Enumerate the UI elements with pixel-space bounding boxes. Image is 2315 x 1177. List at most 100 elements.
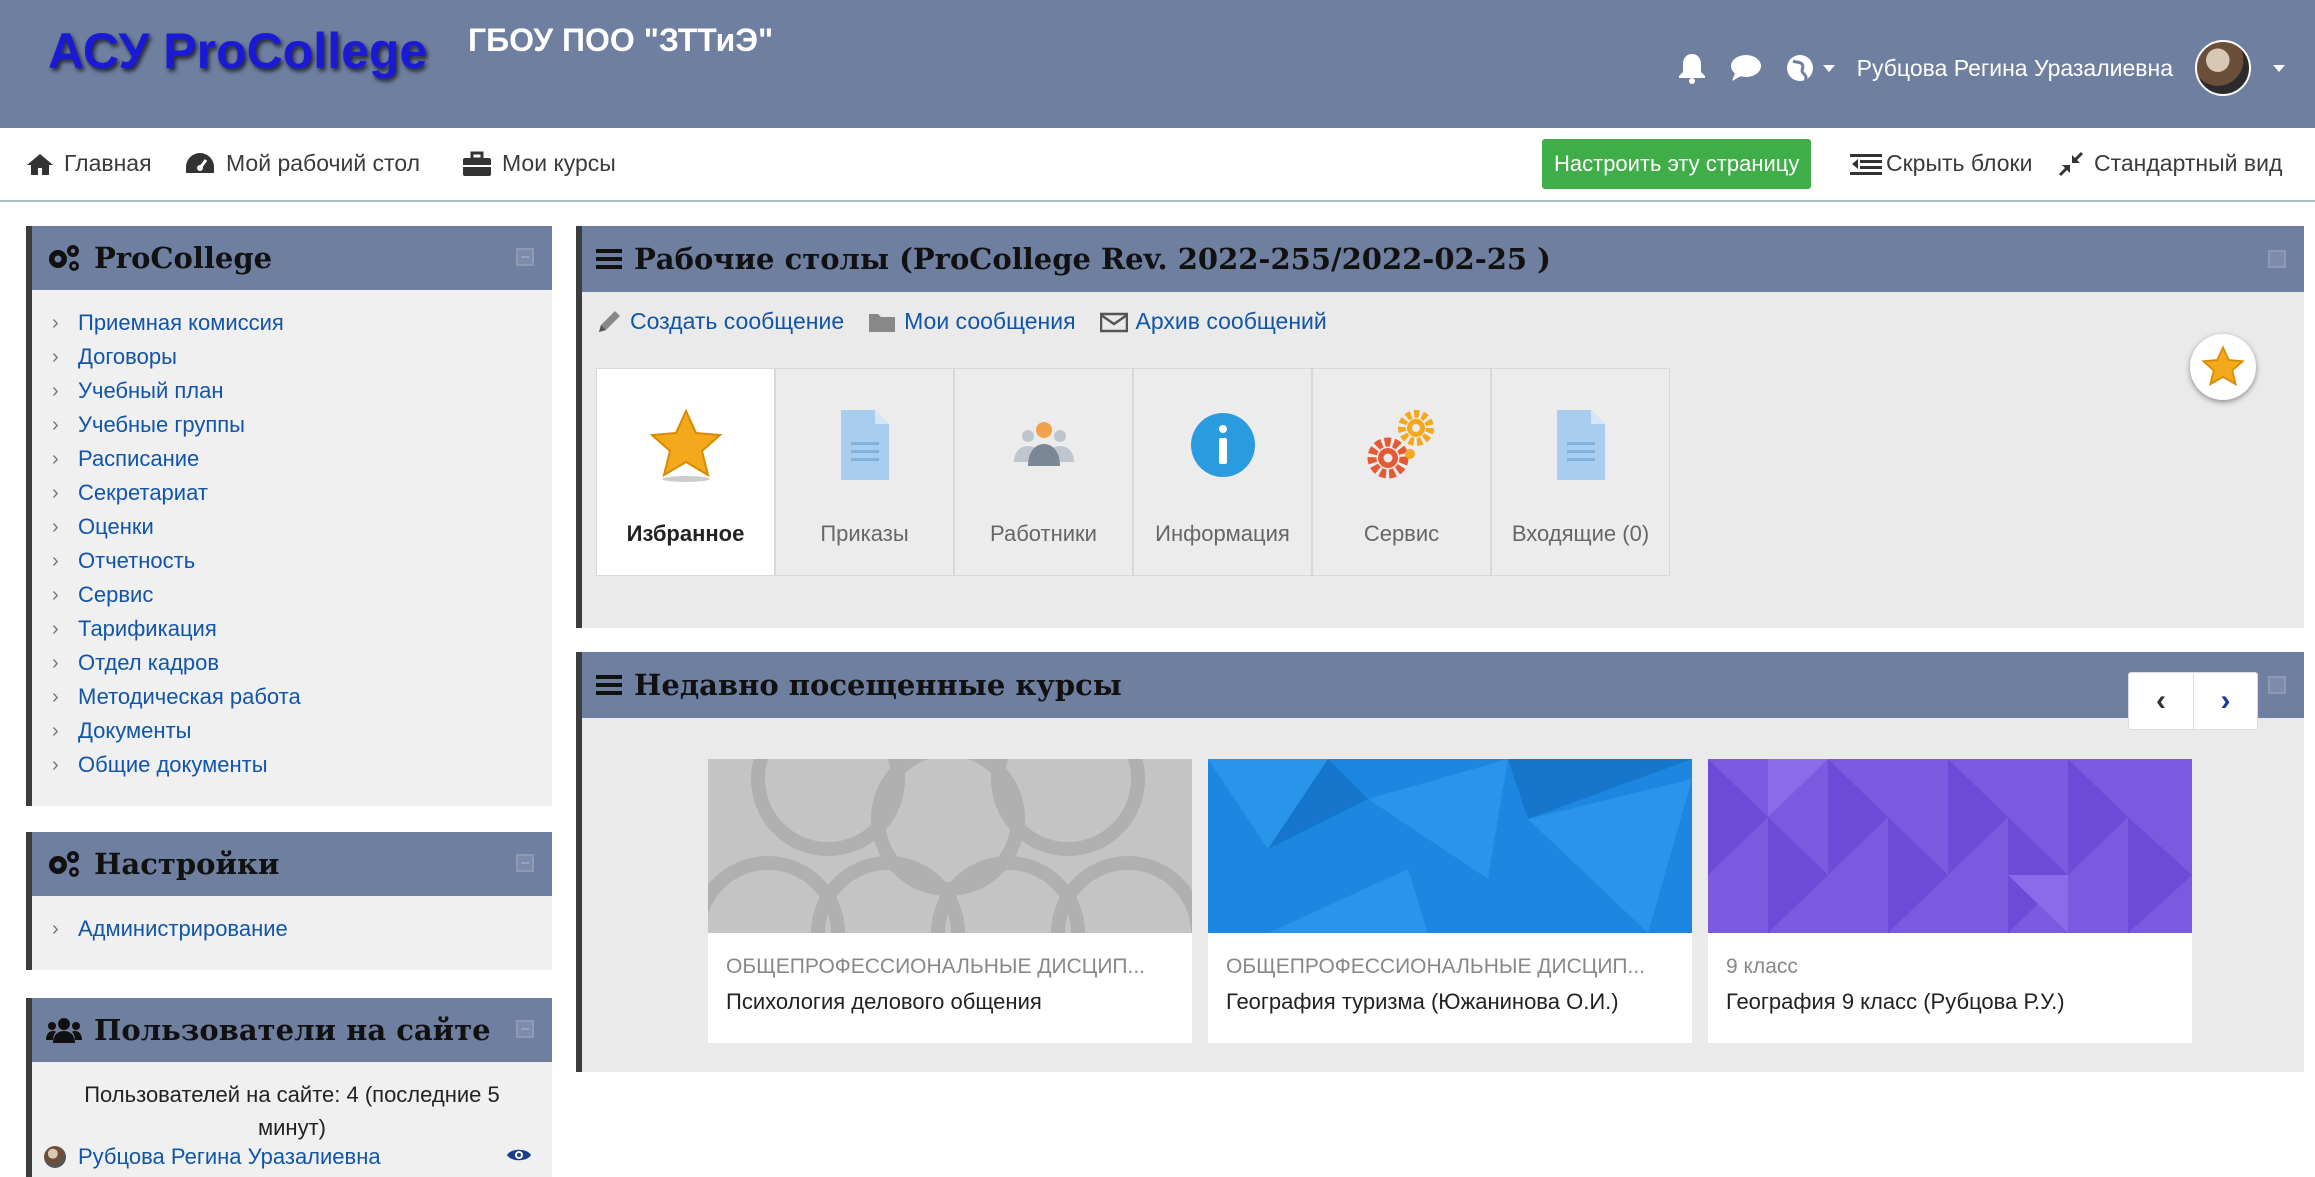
tile-service[interactable]: Сервис (1312, 368, 1491, 576)
archive-icon (1099, 312, 1128, 332)
menu-item[interactable]: › Учебный план (52, 374, 552, 408)
course-image (1208, 759, 1692, 933)
course-image (1708, 759, 2192, 933)
user-toolbar: Рубцова Регина Уразалиевна (1677, 40, 2285, 96)
online-user-row[interactable]: Рубцова Регина Уразалиевна (44, 1144, 544, 1170)
menu-item[interactable]: › Общие документы (52, 748, 552, 782)
menu-icon (596, 249, 622, 269)
chevron-right-icon: › (52, 516, 59, 538)
menu-item[interactable]: › Методическая работа (52, 680, 552, 714)
tile-information[interactable]: Информация (1133, 368, 1312, 576)
info-icon (1189, 405, 1257, 485)
procollege-block: ProCollege › Приемная комиссия › Договоры … (26, 226, 552, 806)
favorite-star-button[interactable] (2190, 334, 2256, 400)
nav-my-courses[interactable]: Мои курсы (462, 150, 616, 177)
user-avatar-small (44, 1146, 66, 1168)
tile-inbox[interactable]: Входящие (0) (1491, 368, 1670, 576)
desktops-block-title: Рабочие столы (ProCollege Rev. 2022-255/… (634, 242, 1551, 276)
menu-icon (596, 675, 622, 695)
document-icon (837, 405, 893, 485)
standard-view-button[interactable]: Стандартный вид (2058, 150, 2282, 177)
site-logo[interactable]: АСУ ProCollege (48, 22, 427, 80)
recent-courses-block: Недавно посещенные курсы ‹ › ОБЩЕПРОФЕСС… (576, 652, 2304, 1072)
course-card[interactable]: ОБЩЕПРОФЕССИОНАЛЬНЫЕ ДИСЦИП... География… (1208, 759, 1692, 1043)
customize-page-button[interactable]: Настроить эту страницу (1542, 139, 1812, 189)
course-title[interactable]: Психология делового общения (708, 979, 1192, 1015)
nav-home[interactable]: Главная (26, 150, 152, 177)
message-links: Создать сообщение Мои сообщения Архив со… (596, 308, 1327, 335)
chevron-right-icon: › (52, 380, 59, 402)
menu-item[interactable]: › Учебные группы (52, 408, 552, 442)
recent-courses-header: Недавно посещенные курсы (582, 652, 2304, 718)
chevron-right-icon: › (52, 720, 59, 742)
desktops-block-header: Рабочие столы (ProCollege Rev. 2022-255/… (582, 226, 2304, 292)
menu-item[interactable]: › Документы (52, 714, 552, 748)
document-icon (1553, 405, 1609, 485)
course-category: ОБЩЕПРОФЕССИОНАЛЬНЫЕ ДИСЦИП... (726, 955, 1146, 978)
collapse-icon[interactable] (516, 248, 534, 266)
hide-blocks-button[interactable]: Скрыть блоки (1850, 150, 2032, 177)
chevron-down-icon (1822, 64, 1835, 72)
create-message-link[interactable]: Создать сообщение (596, 308, 844, 335)
menu-item[interactable]: › Договоры (52, 340, 552, 374)
nav-dashboard-label: Мой рабочий стол (226, 150, 421, 176)
dashboard-icon (186, 152, 214, 173)
course-title[interactable]: География 9 класс (Рубцова Р.У.) (1708, 979, 2192, 1015)
nav-dashboard[interactable]: Мой рабочий стол (184, 150, 420, 177)
online-users-summary: Пользователей на сайте: 4 (последние 5 м… (84, 1082, 500, 1140)
bell-icon[interactable] (1677, 52, 1707, 84)
briefcase-icon (463, 151, 491, 176)
collapse-icon[interactable] (516, 1020, 534, 1038)
collapse-icon[interactable] (516, 854, 534, 872)
desktop-tiles: Избранное Приказы Работники Информация С… (596, 368, 1670, 576)
procollege-block-header: ProCollege (32, 226, 552, 290)
menu-item[interactable]: › Оценки (52, 510, 552, 544)
tile-favorites[interactable]: Избранное (596, 368, 775, 576)
settings-menu: › Администрирование (32, 896, 552, 960)
procollege-menu: › Приемная комиссия › Договоры › Учебный пл… (32, 290, 552, 796)
pencil-icon (599, 310, 620, 332)
menu-item[interactable]: › Секретариат (52, 476, 552, 510)
carousel-next-button[interactable]: › (2193, 673, 2257, 729)
chevron-right-icon: › (52, 686, 59, 708)
menu-item[interactable]: › Приемная комиссия (52, 306, 552, 340)
nav-my-courses-label: Мои курсы (502, 150, 616, 176)
online-users-block: Пользователи на сайте Пользователей на с… (26, 998, 552, 1177)
archive-messages-link[interactable]: Архив сообщений (1099, 308, 1327, 335)
chevron-right-icon: › (52, 346, 59, 368)
user-menu-chevron-icon[interactable] (2273, 64, 2285, 72)
menu-item[interactable]: › Сервис (52, 578, 552, 612)
menu-item[interactable]: › Расписание (52, 442, 552, 476)
collapse-icon[interactable] (2268, 676, 2286, 694)
recent-courses-title: Недавно посещенные курсы (634, 668, 1122, 702)
eye-icon[interactable] (506, 1146, 532, 1164)
globe-icon[interactable] (1785, 53, 1835, 83)
organization-name: ГБОУ ПОО "ЗТТиЭ" (468, 22, 774, 58)
tile-employees[interactable]: Работники (954, 368, 1133, 576)
chevron-right-icon: › (52, 414, 59, 436)
collapse-icon[interactable] (2268, 250, 2286, 268)
user-name[interactable]: Рубцова Регина Уразалиевна (1857, 55, 2173, 82)
course-card[interactable]: 9 класс География 9 класс (Рубцова Р.У.) (1708, 759, 2192, 1043)
hide-blocks-label: Скрыть блоки (1886, 150, 2033, 176)
menu-item[interactable]: › Отчетность (52, 544, 552, 578)
settings-block-header: Настройки (32, 832, 552, 896)
cogs-icon (49, 245, 79, 271)
nav-home-label: Главная (64, 150, 152, 176)
nav-bar: Главная Мой рабочий стол Мои курсы Настр… (0, 128, 2315, 202)
chat-icon[interactable] (1729, 53, 1763, 83)
online-user-name[interactable]: Рубцова Регина Уразалиевна (78, 1144, 381, 1170)
course-card[interactable]: ОБЩЕПРОФЕССИОНАЛЬНЫЕ ДИСЦИП... Психологи… (708, 759, 1192, 1043)
course-title[interactable]: География туризма (Южанинова О.И.) (1208, 979, 1692, 1015)
menu-item-administration[interactable]: › Администрирование (52, 912, 552, 946)
tile-orders[interactable]: Приказы (775, 368, 954, 576)
menu-item[interactable]: › Отдел кадров (52, 646, 552, 680)
carousel-nav: ‹ › (2128, 672, 2258, 730)
menu-item[interactable]: › Тарификация (52, 612, 552, 646)
chevron-right-icon: › (52, 550, 59, 572)
course-category: 9 класс (1726, 955, 1798, 978)
my-messages-link[interactable]: Мои сообщения (868, 308, 1076, 335)
avatar[interactable] (2195, 40, 2251, 96)
star-icon (648, 405, 724, 485)
carousel-prev-button[interactable]: ‹ (2129, 673, 2193, 729)
